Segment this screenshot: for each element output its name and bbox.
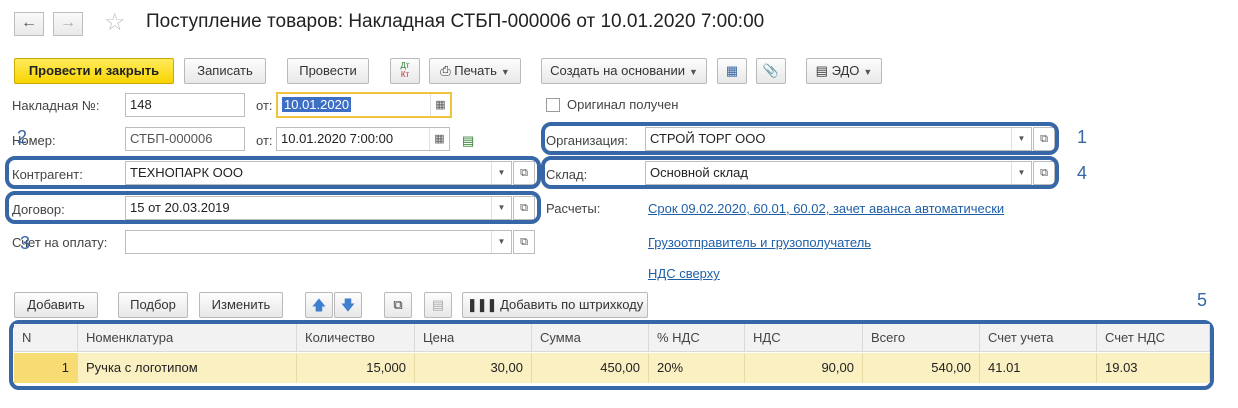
annotation-number-3: 3 xyxy=(20,233,31,253)
forward-button[interactable]: → xyxy=(53,12,83,36)
col-header-total[interactable]: Всего xyxy=(863,324,980,352)
cell-vat: 90,00 xyxy=(745,353,863,383)
annotation-number-2: 2 xyxy=(17,127,28,147)
annotation-number-4: 4 xyxy=(1077,163,1088,183)
edo-icon: ▤ xyxy=(815,63,828,78)
chevron-down-icon[interactable]: ▼ xyxy=(491,231,511,253)
table-row[interactable]: 1 Ручка с логотипом 15,000 30,00 450,00 … xyxy=(14,353,1210,383)
save-button[interactable]: Записать xyxy=(184,58,266,84)
paste-row-button[interactable]: ▤ xyxy=(424,292,452,318)
calendar-icon[interactable]: ▦ xyxy=(430,94,450,116)
arrow-left-icon: ← xyxy=(21,14,37,31)
col-header-nomenclature[interactable]: Номенклатура xyxy=(78,324,297,352)
vat-on-top-link[interactable]: НДС сверху xyxy=(648,266,720,281)
annotation-box-warehouse xyxy=(541,156,1059,189)
cell-account: 41.01 xyxy=(980,353,1097,383)
shipper-consignee-link[interactable]: Грузоотправитель и грузополучатель xyxy=(648,235,871,250)
calendar-icon[interactable]: ▦ xyxy=(429,128,449,150)
copy-row-button[interactable]: ⧉ xyxy=(384,292,412,318)
edo-button[interactable]: ▤ ЭДО ▼ xyxy=(806,58,882,84)
arrow-right-icon: → xyxy=(60,14,76,31)
original-received-label: Оригинал получен xyxy=(567,97,679,112)
chevron-down-icon: ▼ xyxy=(688,67,698,77)
cell-vat-account: 19.03 xyxy=(1097,353,1210,383)
payments-link[interactable]: Срок 09.02.2020, 60.01, 60.02, зачет ава… xyxy=(648,201,1004,216)
back-button[interactable]: ← xyxy=(14,12,44,36)
paperclip-icon: 📎 xyxy=(762,63,780,78)
invoice-payment-open-button[interactable]: ⧉ xyxy=(513,230,535,254)
original-received-checkbox[interactable] xyxy=(546,98,560,112)
paste-icon: ▤ xyxy=(431,297,445,312)
cell-quantity: 15,000 xyxy=(297,353,415,383)
col-header-account[interactable]: Счет учета xyxy=(980,324,1097,352)
barcode-icon: ❚❚❚ xyxy=(466,297,498,312)
create-based-on-button[interactable]: Создать на основании ▼ xyxy=(541,58,707,84)
chevron-down-icon: ▼ xyxy=(863,67,873,77)
col-header-vat-percent[interactable]: % НДС xyxy=(649,324,745,352)
favorite-star-icon[interactable]: ☆ xyxy=(104,9,126,37)
annotation-box-counterparty xyxy=(5,156,541,189)
dt-kt-button[interactable]: Дт Кт xyxy=(390,58,420,84)
window-title: Поступление товаров: Накладная СТБП-0000… xyxy=(146,11,765,32)
col-header-price[interactable]: Цена xyxy=(415,324,532,352)
col-header-vat-account[interactable]: Счет НДС xyxy=(1097,324,1210,352)
col-header-n[interactable]: N xyxy=(14,324,78,352)
pick-button[interactable]: Подбор xyxy=(118,292,188,318)
payments-label: Расчеты: xyxy=(546,201,601,216)
add-row-button[interactable]: Добавить xyxy=(14,292,98,318)
cell-n: 1 xyxy=(14,353,78,383)
post-button[interactable]: Провести xyxy=(287,58,369,84)
col-header-quantity[interactable]: Количество xyxy=(297,324,415,352)
annotation-number-1: 1 xyxy=(1077,127,1088,147)
cell-total: 540,00 xyxy=(863,353,980,383)
col-header-sum[interactable]: Сумма xyxy=(532,324,649,352)
invoice-date-from-label: от: xyxy=(256,98,273,113)
annotation-number-5: 5 xyxy=(1197,290,1208,310)
invoice-payment-input[interactable]: ▼ xyxy=(125,230,512,254)
edit-row-button[interactable]: Изменить xyxy=(199,292,283,318)
invoice-date-input[interactable]: 10.01.2020 ▦ xyxy=(276,92,452,118)
move-up-button[interactable]: 🡅 xyxy=(305,292,333,318)
number-date-from-label: от: xyxy=(256,133,273,148)
open-window-icon: ⧉ xyxy=(520,236,528,248)
cell-nomenclature: Ручка с логотипом xyxy=(78,353,297,383)
cell-sum: 450,00 xyxy=(532,353,649,383)
copy-icon: ⧉ xyxy=(393,297,403,312)
arrow-up-icon: 🡅 xyxy=(311,297,327,313)
move-down-button[interactable]: 🡇 xyxy=(334,292,362,318)
edit-number-icon[interactable]: ▤ xyxy=(462,133,474,149)
annotation-box-organization xyxy=(541,122,1059,155)
number-input[interactable]: СТБП-000006 xyxy=(125,127,245,151)
number-date-input[interactable]: 10.01.2020 7:00:00 ▦ xyxy=(276,127,450,151)
annotation-box-contract xyxy=(5,191,541,224)
cell-vat-percent: 20% xyxy=(649,353,745,383)
invoice-number-label: Накладная №: xyxy=(12,98,100,113)
cell-price: 30,00 xyxy=(415,353,532,383)
add-by-barcode-button[interactable]: ❚❚❚ Добавить по штрихкоду xyxy=(462,292,648,318)
attach-files-button[interactable]: 📎 xyxy=(756,58,786,84)
arrow-down-icon: 🡇 xyxy=(340,297,356,313)
print-button[interactable]: ⎙ Печать ▼ xyxy=(429,58,521,84)
dt-kt-icon: Дт Кт xyxy=(400,61,410,79)
col-header-vat[interactable]: НДС xyxy=(745,324,863,352)
printer-icon: ⎙ xyxy=(440,63,451,78)
chevron-down-icon: ▼ xyxy=(500,67,510,77)
structure-icon: ▦ xyxy=(725,63,739,78)
post-and-close-button[interactable]: Провести и закрыть xyxy=(14,58,174,84)
structure-button[interactable]: ▦ xyxy=(717,58,747,84)
invoice-number-input[interactable]: 148 xyxy=(125,93,245,117)
